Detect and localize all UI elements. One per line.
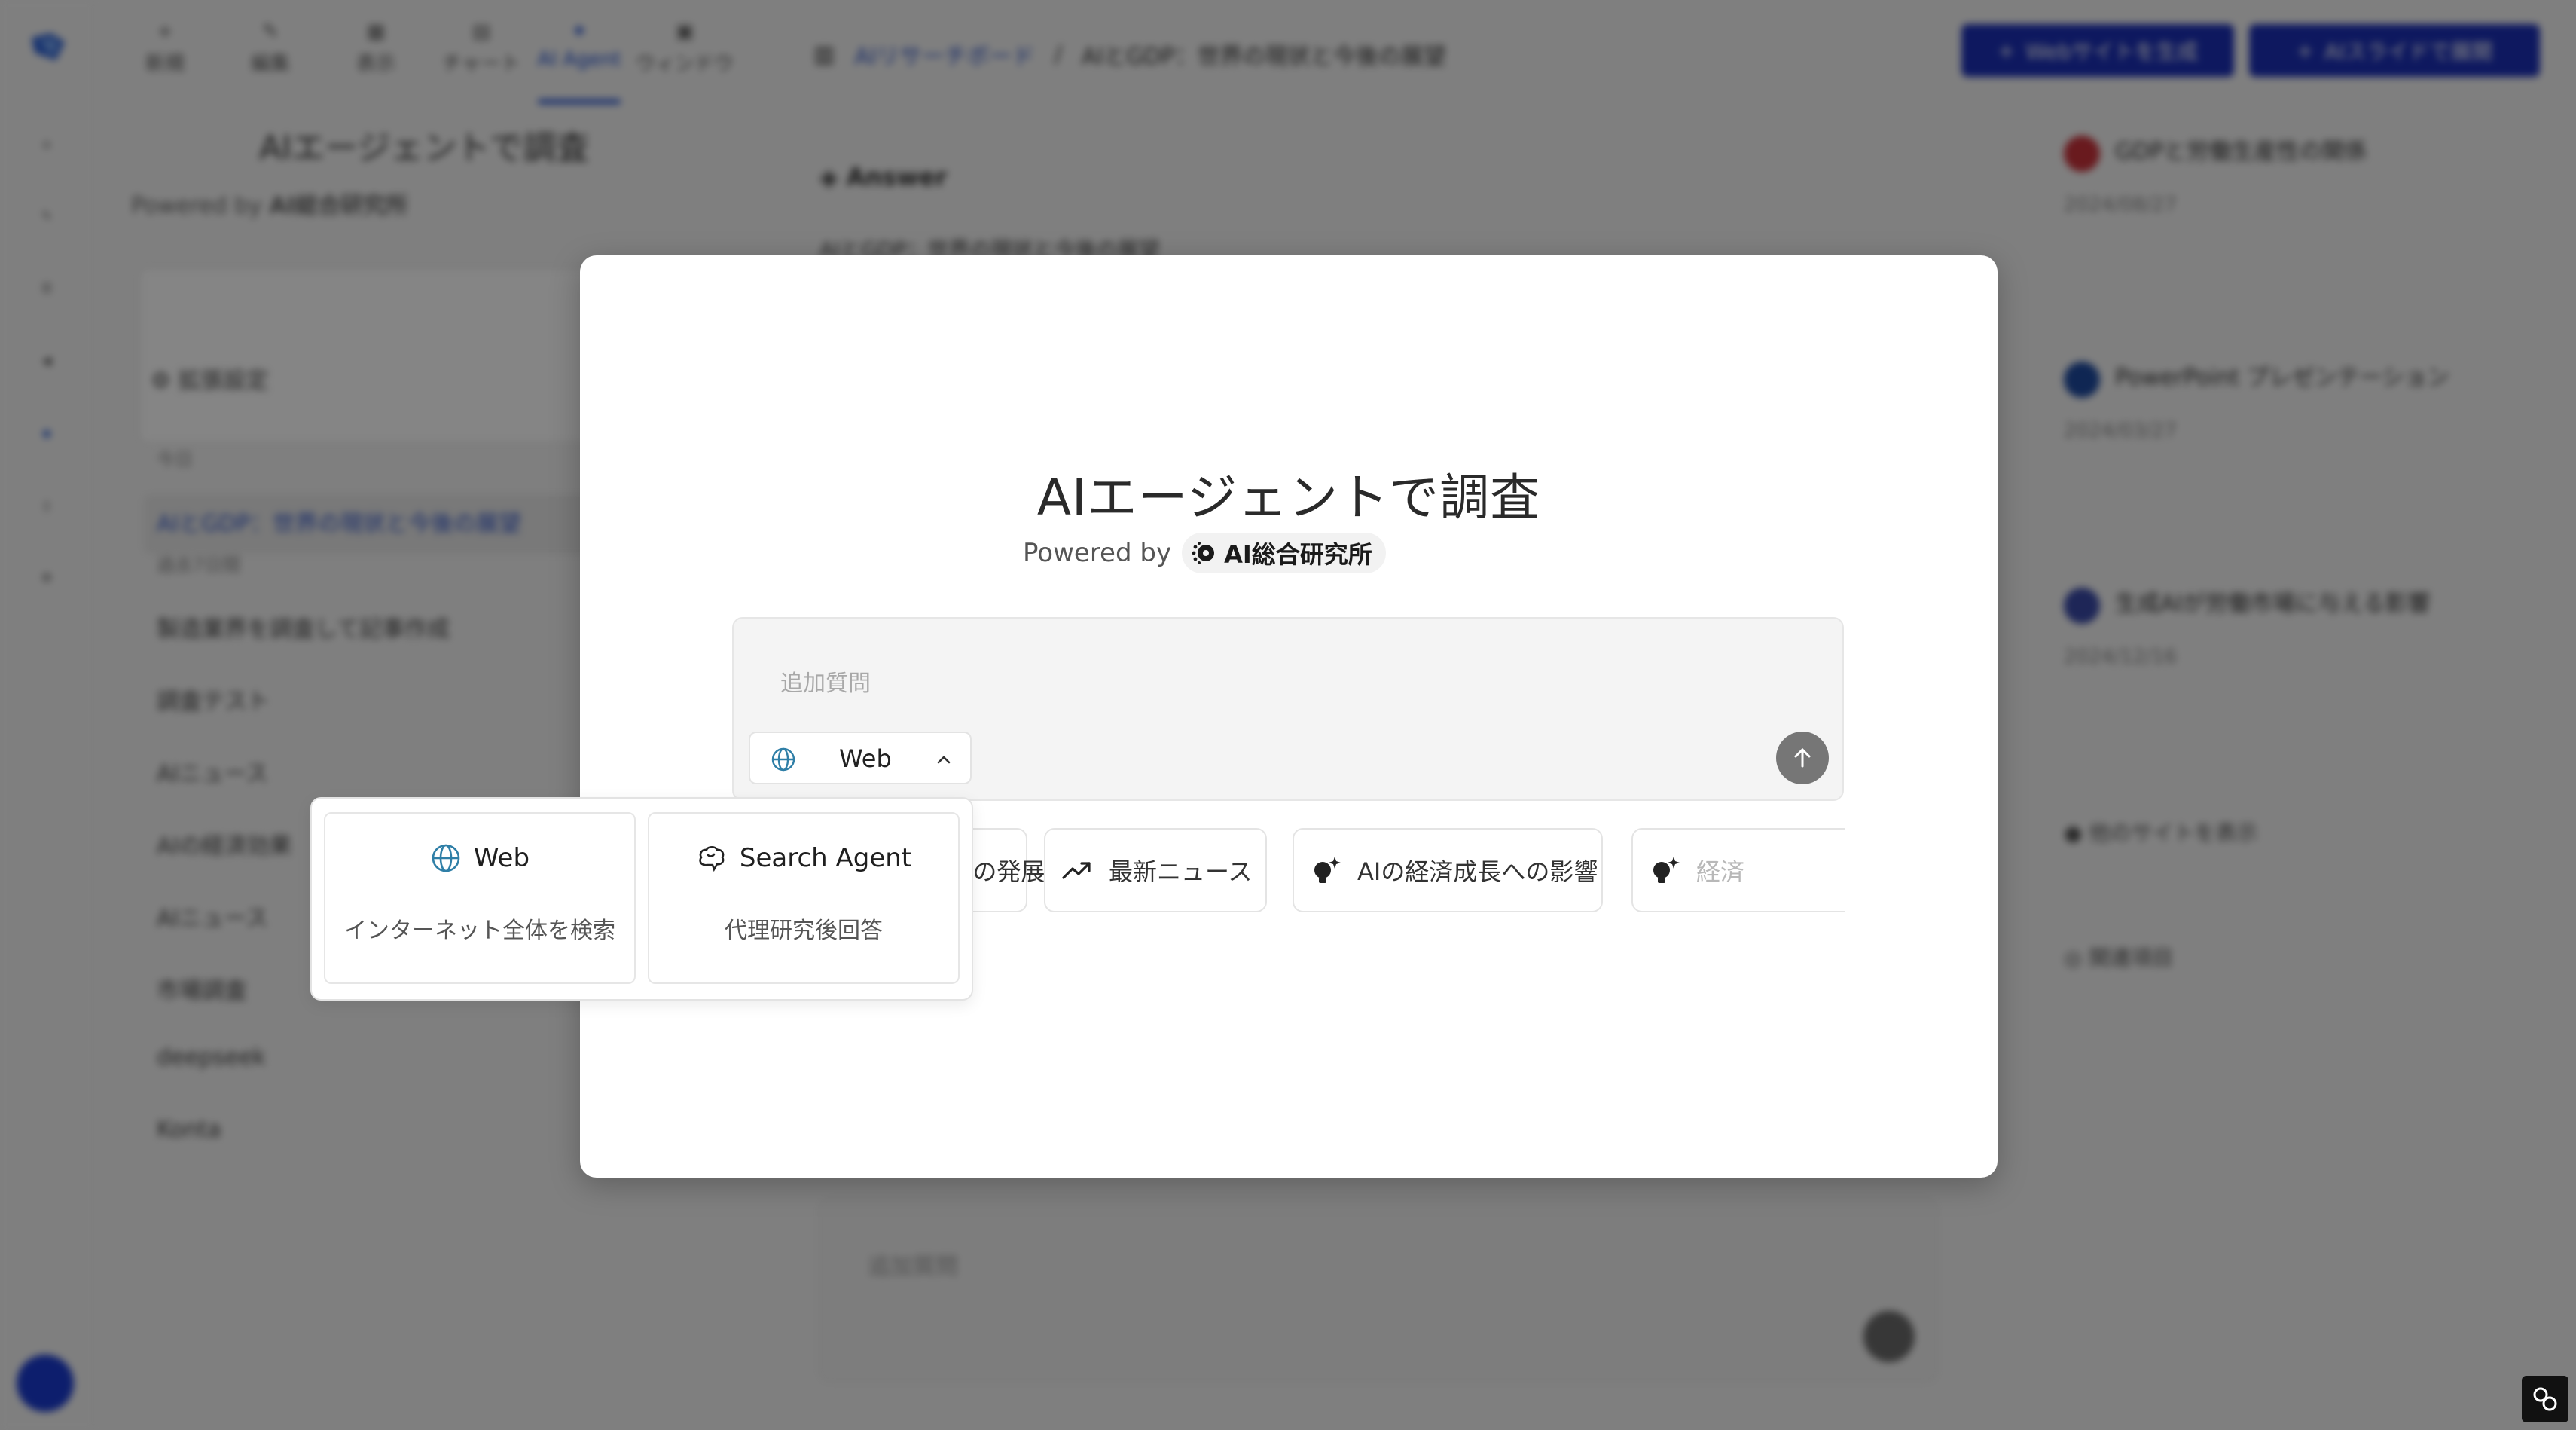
suggestion-chips: AIの発展 最新ニュース AIの経済成長への影響 経済 (896, 828, 1845, 915)
chevron-up-icon (937, 756, 951, 764)
send-button[interactable] (1776, 732, 1829, 784)
link-icon (2533, 1387, 2557, 1411)
mode-option-desc: インターネット全体を検索 (344, 918, 615, 944)
query-box: Web (732, 617, 1844, 801)
brand-name: AI総合研究所 (1224, 540, 1372, 569)
suggestion-chip[interactable]: AIの経済成長への影響 (1293, 828, 1603, 912)
suggestion-chip[interactable]: 最新ニュース (1044, 828, 1267, 912)
mode-option-title: Search Agent (739, 843, 912, 873)
search-mode-selector[interactable]: Web (749, 732, 972, 784)
lightbulb-sparkle-icon (1653, 857, 1680, 883)
globe-icon (771, 747, 795, 772)
lightbulb-sparkle-icon (1314, 857, 1341, 883)
mode-option-web[interactable]: Web インターネット全体を検索 (324, 812, 636, 984)
mode-option-search-agent[interactable]: Search Agent 代理研究後回答 (648, 812, 960, 984)
mode-option-title: Web (473, 843, 530, 873)
research-modal: AIエージェントで調査 Powered by AI総合研究所 Web (580, 255, 1998, 1178)
trend-up-icon (1062, 862, 1091, 879)
arrow-up-icon (1794, 747, 1811, 768)
powered-by: Powered by AI総合研究所 (1023, 533, 1386, 573)
search-mode-label: Web (839, 744, 892, 773)
brand-badge: AI総合研究所 (1182, 533, 1386, 573)
brain-icon (699, 845, 725, 872)
brand-logo-icon (1192, 542, 1215, 564)
powered-by-label: Powered by (1023, 538, 1172, 568)
modal-title: AIエージェントで調査 (1036, 469, 1541, 527)
extension-badge[interactable] (2522, 1376, 2568, 1422)
globe-icon (432, 844, 460, 872)
search-mode-dropdown: Web インターネット全体を検索 Search Agent 代理研究後回答 (310, 797, 973, 1001)
query-input[interactable] (779, 664, 1761, 703)
suggestion-chip[interactable]: 経済 (1631, 828, 1845, 912)
mode-option-desc: 代理研究後回答 (725, 918, 883, 944)
